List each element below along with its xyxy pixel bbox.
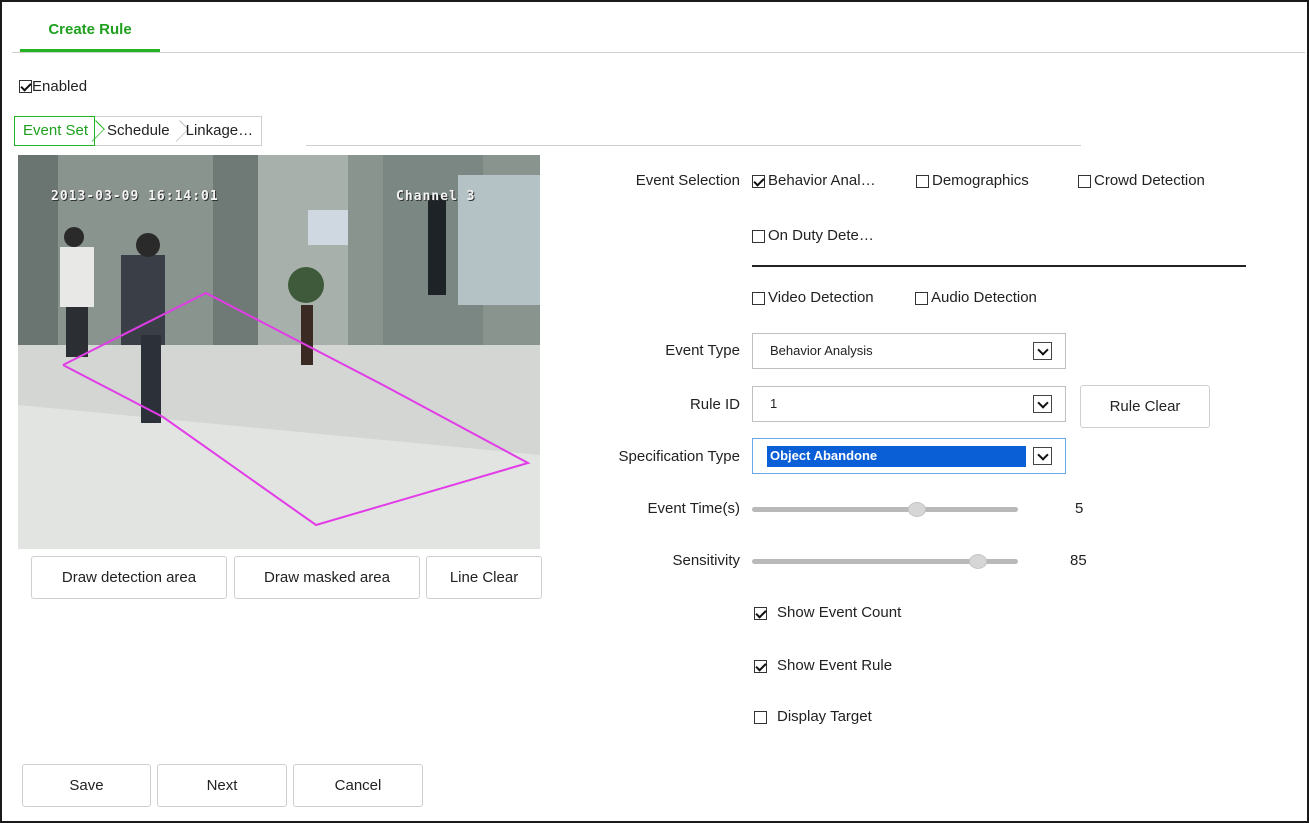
event-time-slider[interactable] bbox=[752, 499, 1018, 519]
checkbox[interactable] bbox=[1078, 174, 1091, 188]
person-back bbox=[428, 195, 446, 295]
wizard-steps: Event Set Schedule Linkage… bbox=[14, 116, 263, 146]
event-option-video[interactable]: Video Detection bbox=[752, 288, 874, 308]
event-selection-label: Event Selection bbox=[635, 172, 740, 189]
event-option-demographics[interactable]: Demographics bbox=[916, 171, 1029, 191]
video-scene bbox=[18, 155, 540, 549]
checkbox[interactable] bbox=[754, 710, 767, 724]
chevron-down-icon[interactable] bbox=[1033, 447, 1052, 465]
event-option-on-duty[interactable]: On Duty Dete… bbox=[752, 226, 874, 246]
slider-track bbox=[752, 507, 1018, 512]
steps-divider bbox=[306, 145, 1081, 146]
sensitivity-slider[interactable] bbox=[752, 551, 1018, 571]
spec-type-label: Specification Type bbox=[618, 448, 740, 465]
option-label: Show Event Rule bbox=[777, 657, 893, 674]
person-center-head bbox=[136, 233, 160, 257]
option-show-event-rule[interactable]: Show Event Rule bbox=[754, 656, 892, 676]
video-preview[interactable]: 2013-03-09 16:14:01 Channel 3 bbox=[18, 155, 540, 549]
draw-masked-area-button[interactable]: Draw masked area bbox=[234, 556, 420, 599]
checkbox[interactable] bbox=[754, 606, 767, 620]
enabled-checkbox-row[interactable]: Enabled bbox=[19, 76, 87, 96]
step-label: Event Set bbox=[23, 122, 89, 139]
next-button[interactable]: Next bbox=[157, 764, 287, 807]
rule-clear-button[interactable]: Rule Clear bbox=[1080, 385, 1210, 428]
option-show-event-count[interactable]: Show Event Count bbox=[754, 603, 901, 623]
step-linkage[interactable]: Linkage… bbox=[177, 116, 263, 146]
left-pillar bbox=[18, 155, 58, 355]
event-option-behavior[interactable]: Behavior Anal… bbox=[752, 171, 876, 191]
video-timestamp: 2013-03-09 16:14:01 bbox=[51, 189, 219, 204]
chevron-down-icon[interactable] bbox=[1033, 395, 1052, 413]
slider-thumb[interactable] bbox=[907, 502, 926, 517]
person-left-head bbox=[64, 227, 84, 247]
step-label: Linkage… bbox=[185, 122, 254, 139]
checkbox[interactable] bbox=[916, 174, 929, 188]
option-label: On Duty Dete… bbox=[768, 227, 874, 244]
sensitivity-label: Sensitivity bbox=[672, 552, 740, 569]
select-value: Object Abandone bbox=[770, 448, 878, 463]
tab-underline bbox=[12, 52, 1305, 53]
notice-board bbox=[308, 210, 348, 245]
slider-thumb[interactable] bbox=[969, 554, 988, 569]
checkbox[interactable] bbox=[752, 174, 765, 188]
event-option-crowd[interactable]: Crowd Detection bbox=[1078, 171, 1205, 191]
event-selection-divider bbox=[752, 265, 1246, 267]
video-channel-label: Channel 3 bbox=[396, 189, 476, 204]
event-option-audio[interactable]: Audio Detection bbox=[915, 288, 1037, 308]
step-label: Schedule bbox=[107, 122, 170, 139]
person-left-body bbox=[60, 247, 94, 307]
event-time-label: Event Time(s) bbox=[647, 500, 740, 517]
tab-create-rule[interactable]: Create Rule bbox=[20, 10, 160, 52]
checkbox[interactable] bbox=[915, 291, 928, 305]
option-label: Show Event Count bbox=[777, 604, 902, 621]
select-value: Behavior Analysis bbox=[770, 343, 873, 358]
event-type-select[interactable]: Behavior Analysis bbox=[752, 333, 1066, 369]
step-schedule[interactable]: Schedule bbox=[95, 116, 189, 146]
elevator-door-left bbox=[213, 155, 258, 365]
option-label: Audio Detection bbox=[931, 289, 1037, 306]
checkbox[interactable] bbox=[754, 659, 767, 673]
option-label: Demographics bbox=[932, 172, 1029, 189]
plant-stand bbox=[301, 305, 313, 365]
event-time-value: 5 bbox=[1075, 500, 1084, 517]
sensitivity-value: 85 bbox=[1070, 552, 1087, 569]
checkbox[interactable] bbox=[752, 291, 765, 305]
option-label: Behavior Anal… bbox=[768, 172, 876, 189]
select-value: 1 bbox=[770, 396, 778, 411]
cancel-button[interactable]: Cancel bbox=[293, 764, 423, 807]
save-button[interactable]: Save bbox=[22, 764, 151, 807]
enabled-label: Enabled bbox=[32, 77, 88, 95]
option-label: Crowd Detection bbox=[1094, 172, 1205, 189]
enabled-checkbox[interactable] bbox=[19, 79, 32, 93]
option-display-target[interactable]: Display Target bbox=[754, 707, 872, 727]
event-type-label: Event Type bbox=[665, 342, 740, 359]
step-event-set[interactable]: Event Set bbox=[14, 116, 105, 146]
option-label: Video Detection bbox=[768, 289, 874, 306]
line-clear-button[interactable]: Line Clear bbox=[426, 556, 542, 599]
checkbox[interactable] bbox=[752, 229, 765, 243]
rule-id-label: Rule ID bbox=[689, 396, 740, 413]
chevron-down-icon[interactable] bbox=[1033, 342, 1052, 360]
plant bbox=[288, 267, 324, 303]
spec-type-select[interactable]: Object Abandone bbox=[752, 438, 1066, 474]
draw-detection-area-button[interactable]: Draw detection area bbox=[31, 556, 227, 599]
option-label: Display Target bbox=[777, 708, 872, 725]
rule-id-select[interactable]: 1 bbox=[752, 386, 1066, 422]
